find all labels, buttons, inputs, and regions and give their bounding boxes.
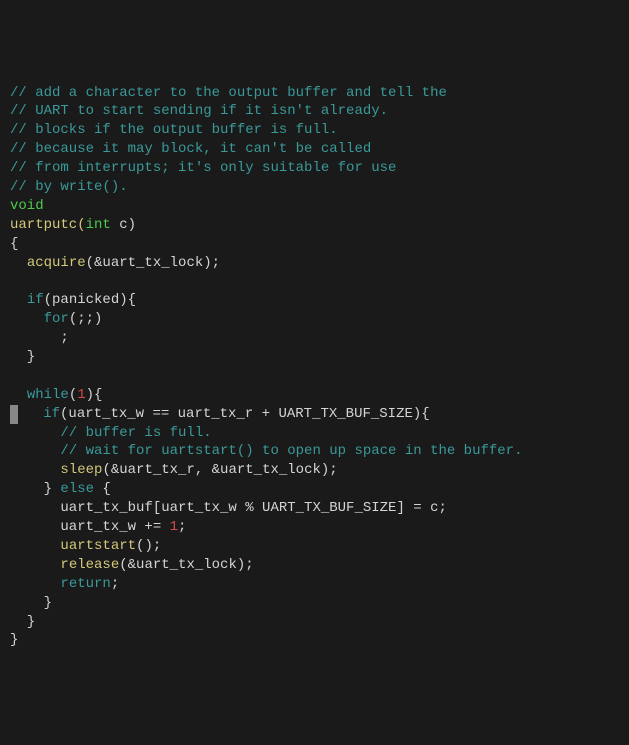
code-line-3: // blocks if the output buffer is full.	[10, 121, 619, 140]
code-line-26: release(&uart_tx_lock);	[10, 556, 619, 575]
code-line-6: // by write().	[10, 178, 619, 197]
code-line-28: }	[10, 594, 619, 613]
code-line-8: uartputc(int c)	[10, 216, 619, 235]
code-line-21: sleep(&uart_tx_r, &uart_tx_lock);	[10, 461, 619, 480]
code-editor[interactable]: // add a character to the output buffer …	[10, 84, 619, 651]
code-line-4: // because it may block, it can't be cal…	[10, 140, 619, 159]
code-line-9: {	[10, 235, 619, 254]
code-line-14: ;	[10, 329, 619, 348]
code-line-11	[10, 272, 619, 291]
code-line-22: } else {	[10, 480, 619, 499]
code-line-17: while(1){	[10, 386, 619, 405]
code-line-27: return;	[10, 575, 619, 594]
code-line-24: uart_tx_w += 1;	[10, 518, 619, 537]
code-line-15: }	[10, 348, 619, 367]
code-line-10: acquire(&uart_tx_lock);	[10, 254, 619, 273]
code-line-18: if(uart_tx_w == uart_tx_r + UART_TX_BUF_…	[10, 405, 619, 424]
code-line-5: // from interrupts; it's only suitable f…	[10, 159, 619, 178]
code-line-12: if(panicked){	[10, 291, 619, 310]
code-line-16	[10, 367, 619, 386]
cursor-icon	[10, 405, 18, 424]
code-line-7: void	[10, 197, 619, 216]
code-line-2: // UART to start sending if it isn't alr…	[10, 102, 619, 121]
code-line-13: for(;;)	[10, 310, 619, 329]
code-line-19: // buffer is full.	[10, 424, 619, 443]
code-line-1: // add a character to the output buffer …	[10, 84, 619, 103]
code-line-30: }	[10, 631, 619, 650]
code-line-20: // wait for uartstart() to open up space…	[10, 442, 619, 461]
code-line-25: uartstart();	[10, 537, 619, 556]
code-line-23: uart_tx_buf[uart_tx_w % UART_TX_BUF_SIZE…	[10, 499, 619, 518]
code-line-29: }	[10, 613, 619, 632]
